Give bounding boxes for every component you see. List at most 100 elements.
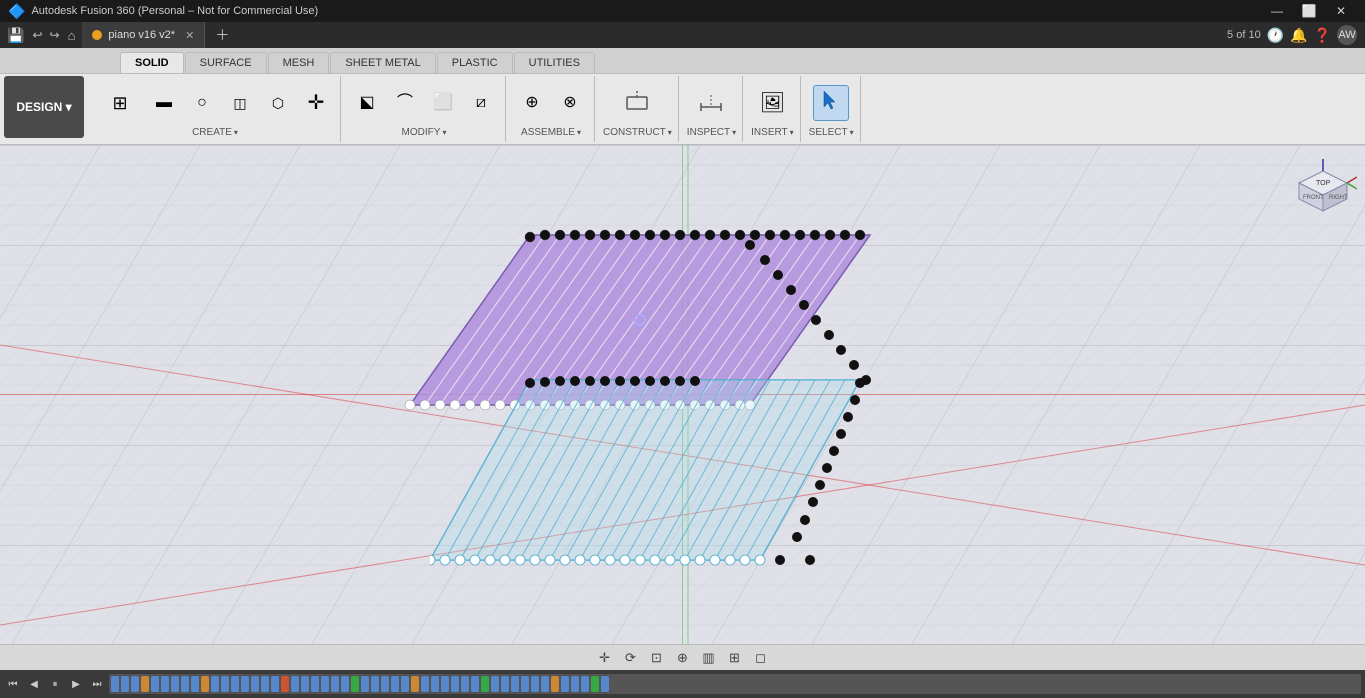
timeline-item[interactable] [321,676,329,692]
pan-button[interactable]: ✛ [594,647,616,669]
timeline-item[interactable] [351,676,359,692]
timeline-item[interactable] [521,676,529,692]
timeline-item[interactable] [511,676,519,692]
timeline-item[interactable] [601,676,609,692]
timeline-item[interactable] [291,676,299,692]
timeline-track[interactable] [109,674,1361,694]
fillet-button[interactable]: ⌒ [387,85,423,121]
save-button[interactable]: 💾 [4,27,27,44]
timeline-item[interactable] [241,676,249,692]
timeline-item[interactable] [491,676,499,692]
create-label[interactable]: CREATE ▾ [192,127,238,140]
timeline-item[interactable] [381,676,389,692]
combine-button[interactable]: ⧄ [463,85,499,121]
timeline-item[interactable] [361,676,369,692]
create-sketch-button[interactable]: ⊞ [96,79,144,127]
timeline-item[interactable] [441,676,449,692]
modify-label[interactable]: MODIFY ▾ [402,127,447,140]
home-button[interactable]: ⌂ [65,28,79,43]
tab-sheet-metal[interactable]: SHEET METAL [330,52,435,73]
timeline-item[interactable] [271,676,279,692]
timeline-next-button[interactable]: ▶ [67,675,85,693]
file-tab[interactable]: piano v16 v2* ✕ [82,22,205,48]
timeline-item[interactable] [201,676,209,692]
insert-mesh-button[interactable]: 🖼 [754,85,790,121]
timeline-item[interactable] [331,676,339,692]
timeline-item[interactable] [561,676,569,692]
construct-label[interactable]: CONSTRUCT ▾ [603,127,672,140]
timeline-item[interactable] [501,676,509,692]
tab-mesh[interactable]: MESH [268,52,330,73]
tab-utilities[interactable]: UTILITIES [514,52,595,73]
timeline-start-button[interactable]: ⏮ [4,675,22,693]
timeline-item[interactable] [301,676,309,692]
timeline-item[interactable] [411,676,419,692]
file-close-button[interactable]: ✕ [185,29,194,42]
timeline-item[interactable] [471,676,479,692]
offset-plane-button[interactable] [619,85,655,121]
loft-button[interactable]: ⬡ [260,85,296,121]
tab-plastic[interactable]: PLASTIC [437,52,513,73]
zoom-window-button[interactable]: ⊕ [672,647,694,669]
press-pull-button[interactable]: ⬕ [349,85,385,121]
joint-origin-button[interactable]: ⊗ [552,85,588,121]
timeline-item[interactable] [171,676,179,692]
timeline-end-button[interactable]: ⏭ [88,675,106,693]
assemble-label[interactable]: ASSEMBLE ▾ [521,127,581,140]
timeline-item[interactable] [261,676,269,692]
timeline-item[interactable] [481,676,489,692]
measure-button[interactable] [693,85,729,121]
timeline-item[interactable] [251,676,259,692]
timeline-item[interactable] [581,676,589,692]
select-label[interactable]: SELECT ▾ [809,127,854,140]
user-avatar[interactable]: AW [1337,25,1357,45]
help-icon[interactable]: ❓ [1314,27,1331,44]
viewcube[interactable]: TOP FRONT RIGHT [1289,153,1357,221]
maximize-button[interactable]: ⬜ [1293,0,1325,22]
timeline-item[interactable] [151,676,159,692]
notification-icon[interactable]: 🔔 [1290,27,1307,44]
timeline-item[interactable] [221,676,229,692]
revolve-button[interactable]: ○ [184,85,220,121]
orbit-button[interactable]: ⟳ [620,647,642,669]
timeline-item[interactable] [591,676,599,692]
timeline-item[interactable] [141,676,149,692]
design-dropdown-button[interactable]: DESIGN ▾ [4,76,84,138]
timeline-item[interactable] [421,676,429,692]
timeline-item[interactable] [371,676,379,692]
timeline-item[interactable] [461,676,469,692]
zoom-fit-button[interactable]: ⊡ [646,647,668,669]
new-joint-button[interactable]: ⊕ [514,85,550,121]
timeline-item[interactable] [121,676,129,692]
grid-settings-button[interactable]: ⊞ [724,647,746,669]
timeline-item[interactable] [161,676,169,692]
timeline-item[interactable] [541,676,549,692]
extrude-button[interactable]: ▬ [146,85,182,121]
select-button[interactable] [813,85,849,121]
move-button[interactable]: ✛ [298,85,334,121]
timeline-item[interactable] [181,676,189,692]
display-settings-button[interactable]: ▥ [698,647,720,669]
timeline-item[interactable] [391,676,399,692]
timeline-item[interactable] [311,676,319,692]
close-button[interactable]: ✕ [1325,0,1357,22]
add-tab-button[interactable]: ＋ [211,25,233,45]
sweep-button[interactable]: ◫ [222,85,258,121]
perspective-button[interactable]: ◻ [750,647,772,669]
timeline-item[interactable] [111,676,119,692]
timeline-item[interactable] [211,676,219,692]
tab-surface[interactable]: SURFACE [185,52,267,73]
timeline-item[interactable] [281,676,289,692]
timeline-item[interactable] [401,676,409,692]
shell-button[interactable]: ⬜ [425,85,461,121]
undo-button[interactable]: ↩ [30,28,44,42]
timeline-play-button[interactable]: ⏸ [46,675,64,693]
canvas[interactable]: TOP FRONT RIGHT [0,145,1365,644]
insert-label[interactable]: INSERT ▾ [751,127,794,140]
timeline-item[interactable] [191,676,199,692]
timeline-item[interactable] [551,676,559,692]
timeline-item[interactable] [231,676,239,692]
timeline-item[interactable] [571,676,579,692]
timeline-prev-button[interactable]: ◀ [25,675,43,693]
timeline-item[interactable] [531,676,539,692]
